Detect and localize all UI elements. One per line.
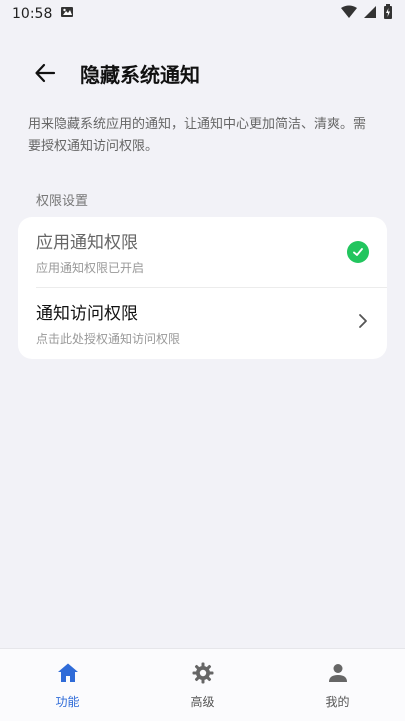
page-title: 隐藏系统通知 <box>80 62 200 87</box>
person-icon <box>328 663 347 682</box>
nav-label: 功能 <box>55 694 80 709</box>
permission-row-app-notification[interactable]: 应用通知权限 应用通知权限已开启 <box>18 217 387 287</box>
nav-label: 高级 <box>190 694 215 709</box>
permission-subtitle: 应用通知权限已开启 <box>36 261 145 275</box>
status-left: 10:58 <box>12 5 74 23</box>
permission-row-notification-access[interactable]: 通知访问权限 点击此处授权通知访问权限 <box>18 288 387 358</box>
status-bar: 10:58 <box>0 0 405 28</box>
nav-item-features[interactable]: 功能 <box>0 649 135 721</box>
gear-icon <box>192 662 213 683</box>
bottom-nav: 功能 高级 我的 <box>0 648 405 721</box>
permission-title: 应用通知权限 <box>36 233 138 253</box>
wifi-icon <box>341 5 357 23</box>
permission-title: 通知访问权限 <box>36 304 138 324</box>
permission-text: 通知访问权限 点击此处授权通知访问权限 <box>36 299 180 347</box>
section-label: 权限设置 <box>36 194 89 209</box>
home-icon <box>57 663 78 682</box>
back-arrow-icon <box>35 63 56 83</box>
status-time: 10:58 <box>12 6 53 22</box>
chevron-right-icon <box>357 313 369 333</box>
page-description: 用来隐藏系统应用的通知，让通知中心更加简洁、清爽。需要授权通知访问权限。 <box>28 117 367 154</box>
nav-label: 我的 <box>325 694 350 709</box>
back-button[interactable] <box>22 50 68 96</box>
gallery-notification-icon <box>60 5 74 23</box>
permission-text: 应用通知权限 应用通知权限已开启 <box>36 228 144 276</box>
app-bar: 隐藏系统通知 <box>0 50 405 96</box>
permission-subtitle: 点击此处授权通知访问权限 <box>36 332 181 346</box>
status-right <box>341 4 393 24</box>
permissions-card: 应用通知权限 应用通知权限已开启 通知访问权限 点击此处授权通知访问权限 <box>18 217 387 359</box>
battery-icon <box>383 4 393 24</box>
nav-item-mine[interactable]: 我的 <box>270 649 405 721</box>
nav-item-advanced[interactable]: 高级 <box>135 649 270 721</box>
signal-icon <box>363 5 377 23</box>
check-icon <box>347 241 369 263</box>
